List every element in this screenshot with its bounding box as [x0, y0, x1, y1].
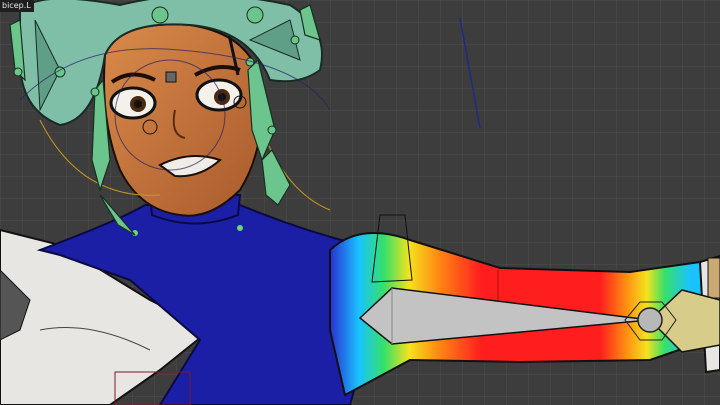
3d-viewport[interactable]: bicep.L: [0, 0, 720, 405]
bone-joint[interactable]: [151, 6, 169, 24]
bone-joint[interactable]: [246, 6, 264, 24]
bone-joint[interactable]: [267, 125, 277, 135]
bone-joint[interactable]: [290, 35, 300, 45]
elbow-joint[interactable]: [637, 307, 663, 333]
bone-joint[interactable]: [90, 87, 100, 97]
bone-line[interactable]: [459, 17, 481, 129]
character-scene: [0, 0, 720, 405]
bone-joint[interactable]: [13, 67, 23, 77]
bone-joint[interactable]: [237, 225, 243, 231]
active-bone-label: bicep.L: [0, 0, 34, 12]
